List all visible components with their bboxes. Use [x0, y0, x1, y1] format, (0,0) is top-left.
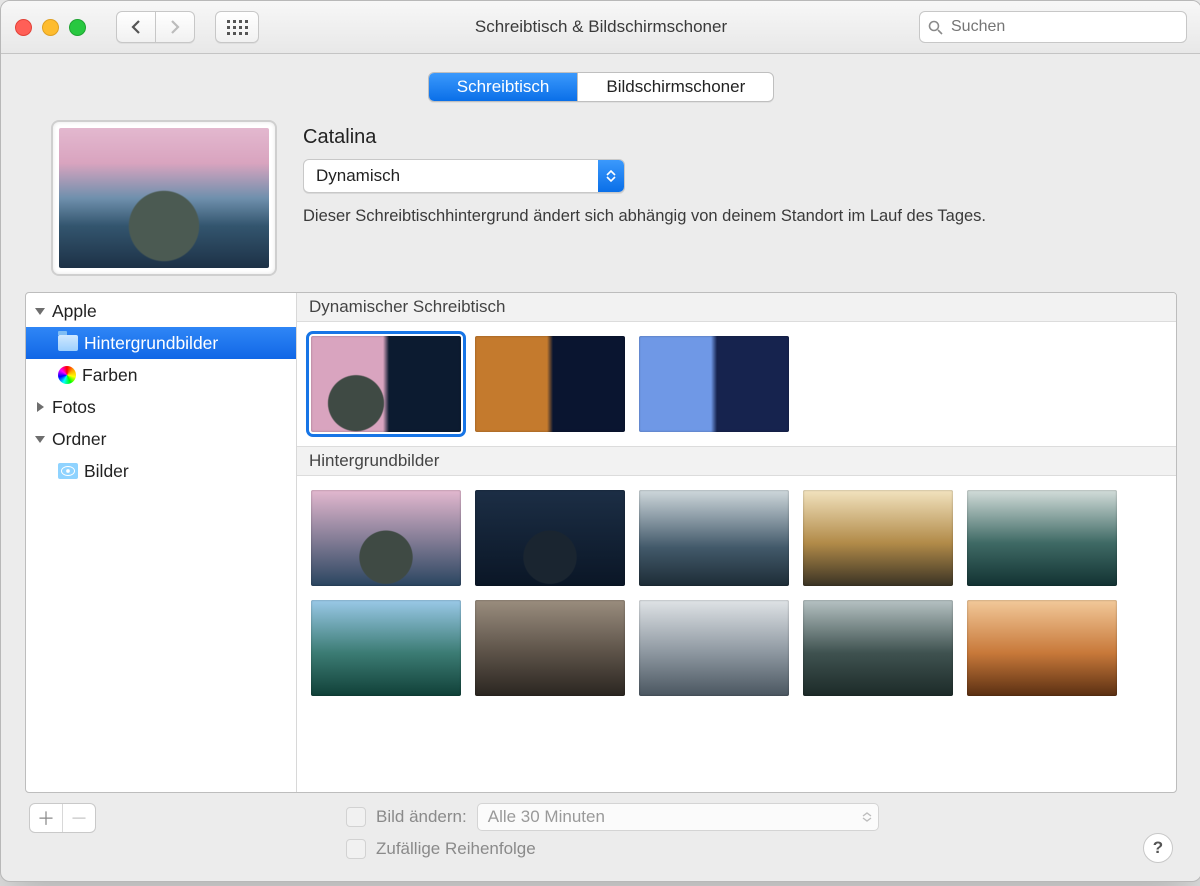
sidebar-label: Ordner: [52, 429, 106, 450]
random-order-checkbox[interactable]: [346, 839, 366, 859]
disclosure-down-icon: [34, 433, 46, 445]
search-input[interactable]: [949, 17, 1178, 37]
appearance-mode-value: Dynamisch: [304, 166, 598, 186]
grid-icon: [227, 20, 248, 35]
section-header-still: Hintergrundbilder: [297, 446, 1176, 476]
sidebar-item-colors[interactable]: Farben: [26, 359, 296, 391]
minimize-window-button[interactable]: [42, 19, 59, 36]
folder-icon: [58, 335, 78, 351]
wallpaper-thumb[interactable]: [311, 490, 461, 586]
change-picture-checkbox[interactable]: [346, 807, 366, 827]
section-header-dynamic: Dynamischer Schreibtisch: [297, 293, 1176, 322]
sidebar-group-photos[interactable]: Fotos: [26, 391, 296, 423]
dynamic-wallpaper-catalina[interactable]: [311, 336, 461, 432]
wallpaper-browser: Apple Hintergrundbilder Farben Fotos Ord…: [25, 292, 1177, 793]
sidebar-group-apple[interactable]: Apple: [26, 295, 296, 327]
wallpaper-preview-image: [59, 128, 269, 268]
dynamic-wallpaper-solar[interactable]: [639, 336, 789, 432]
wallpaper-thumb[interactable]: [967, 600, 1117, 696]
back-button[interactable]: [116, 11, 156, 43]
current-wallpaper-name: Catalina: [303, 126, 1165, 149]
add-folder-button[interactable]: ＋: [30, 804, 62, 832]
tab-screensaver[interactable]: Bildschirmschoner: [577, 73, 773, 101]
forward-button[interactable]: [156, 11, 195, 43]
sidebar-label: Apple: [52, 301, 97, 322]
color-wheel-icon: [58, 366, 76, 384]
still-thumbs: [297, 476, 1176, 710]
source-sidebar: Apple Hintergrundbilder Farben Fotos Ord…: [26, 293, 297, 792]
sidebar-group-folders[interactable]: Ordner: [26, 423, 296, 455]
sidebar-item-pictures[interactable]: Bilder: [26, 455, 296, 487]
wallpaper-thumb[interactable]: [475, 490, 625, 586]
disclosure-down-icon: [34, 305, 46, 317]
current-wallpaper-area: Catalina Dynamisch Dieser Schreibtischhi…: [25, 120, 1177, 292]
prefs-window: Schreibtisch & Bildschirmschoner Schreib…: [0, 0, 1200, 882]
dynamic-wallpaper-mojave[interactable]: [475, 336, 625, 432]
nav-buttons: [116, 11, 195, 43]
tab-selector: Schreibtisch Bildschirmschoner: [428, 72, 775, 102]
add-remove-folder: ＋ －: [29, 803, 96, 833]
sidebar-label: Fotos: [52, 397, 96, 418]
footer-controls: ＋ － Bild ändern: Alle 30 Minuten: [25, 793, 1177, 863]
content-area: Schreibtisch Bildschirmschoner Catalina …: [1, 54, 1200, 881]
change-picture-label: Bild ändern:: [376, 807, 467, 827]
help-button[interactable]: ?: [1143, 833, 1173, 863]
wallpaper-description: Dieser Schreibtischhintergrund ändert si…: [303, 207, 1165, 226]
search-field[interactable]: [919, 11, 1187, 43]
change-interval-popup[interactable]: Alle 30 Minuten: [477, 803, 879, 831]
wallpaper-thumb[interactable]: [639, 600, 789, 696]
remove-folder-button[interactable]: －: [62, 804, 95, 832]
pictures-folder-icon: [58, 463, 78, 479]
wallpaper-thumb[interactable]: [803, 490, 953, 586]
wallpaper-thumb[interactable]: [639, 490, 789, 586]
close-window-button[interactable]: [15, 19, 32, 36]
titlebar: Schreibtisch & Bildschirmschoner: [1, 1, 1200, 54]
wallpaper-thumb[interactable]: [803, 600, 953, 696]
current-wallpaper-preview: [51, 120, 277, 276]
random-order-label: Zufällige Reihenfolge: [376, 839, 536, 859]
tab-desktop[interactable]: Schreibtisch: [429, 73, 578, 101]
sidebar-label: Hintergrundbilder: [84, 333, 218, 354]
disclosure-right-icon: [34, 401, 46, 413]
wallpaper-thumb[interactable]: [967, 490, 1117, 586]
popup-stepper-icon: [598, 160, 624, 192]
dynamic-thumbs: [297, 322, 1176, 446]
window-controls: [15, 19, 86, 36]
sidebar-label: Bilder: [84, 461, 129, 482]
show-all-button[interactable]: [215, 11, 259, 43]
appearance-mode-popup[interactable]: Dynamisch: [303, 159, 625, 193]
popup-stepper-icon: [862, 806, 872, 828]
wallpaper-thumb[interactable]: [311, 600, 461, 696]
sidebar-item-wallpapers[interactable]: Hintergrundbilder: [26, 327, 296, 359]
wallpaper-thumb[interactable]: [475, 600, 625, 696]
chevron-left-icon: [130, 20, 142, 34]
search-icon: [928, 20, 943, 35]
wallpaper-gallery: Dynamischer Schreibtisch Hintergrundbild…: [297, 293, 1176, 792]
zoom-window-button[interactable]: [69, 19, 86, 36]
change-interval-value: Alle 30 Minuten: [488, 807, 605, 827]
chevron-right-icon: [169, 20, 181, 34]
sidebar-label: Farben: [82, 365, 137, 386]
